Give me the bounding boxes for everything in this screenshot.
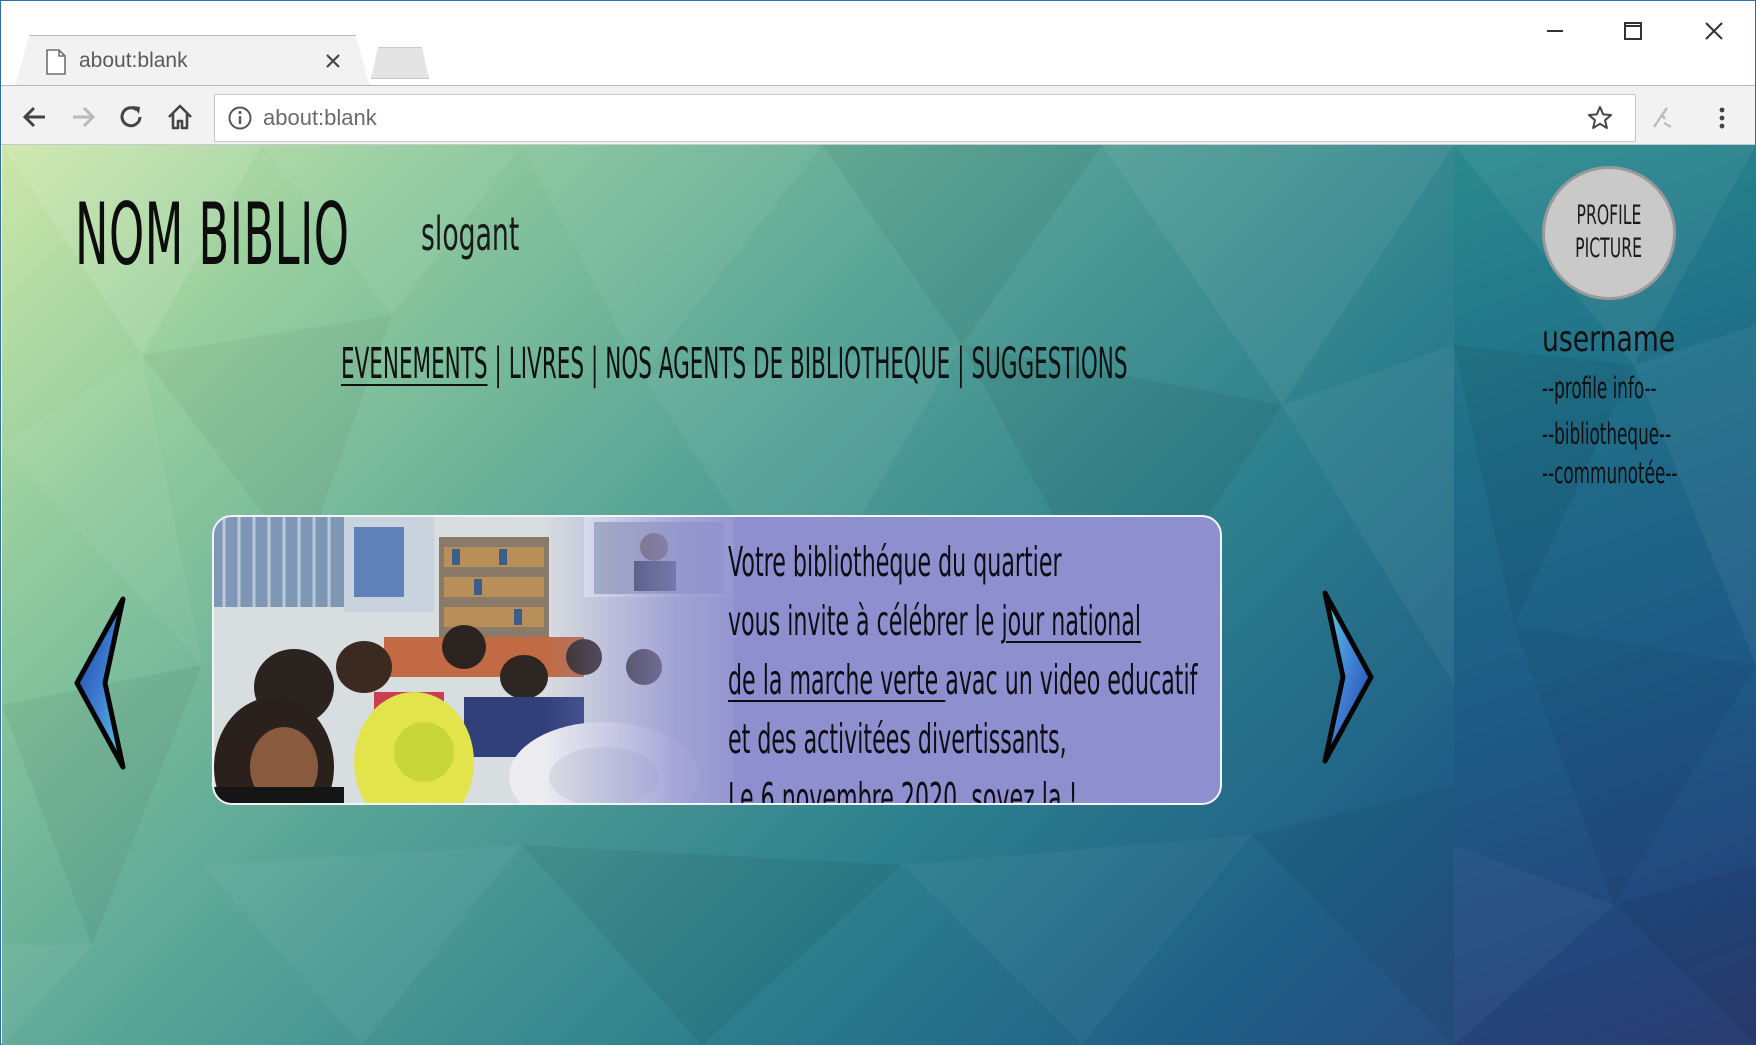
info-icon[interactable] (227, 105, 253, 131)
avatar-label-line-2: PICTURE (1575, 233, 1643, 264)
nav-separator: | (591, 339, 599, 389)
nav-agents[interactable]: NOS AGENTS DE BIBLIOTHEQUE (605, 339, 950, 389)
site-slogan: slogant (421, 207, 520, 261)
avatar-label-line-1: PROFILE (1576, 200, 1642, 231)
event-line-1: Votre bibliothéque du quartier (728, 538, 1062, 586)
browser-tab-body (17, 37, 368, 87)
main-navigation: EVENEMENTS | LIVRES | NOS AGENTS DE BIBL… (341, 339, 1128, 389)
document-icon (46, 49, 66, 75)
event-link-marche-verte[interactable]: de la marche verte (728, 656, 945, 704)
sidebar-link-profile-info[interactable]: --profile info-- (1542, 371, 1657, 405)
forward-arrow-icon[interactable] (67, 101, 99, 133)
extension-icon[interactable] (1647, 103, 1677, 133)
avatar-placeholder-label: PROFILE PICTURE (1542, 199, 1676, 265)
tab-title: about:blank (79, 49, 188, 72)
event-line-3: de la marche verte avac un video educati… (728, 651, 1214, 710)
nav-separator: | (957, 339, 965, 389)
close-window-icon[interactable] (1698, 15, 1730, 47)
bookmark-star-icon[interactable] (1585, 103, 1615, 133)
new-tab-button[interactable] (371, 47, 429, 79)
url-text: about:blank (263, 105, 377, 130)
nav-suggestions[interactable]: SUGGESTIONS (971, 339, 1127, 389)
site-title: NOM BIBLIO (75, 185, 350, 285)
carousel-prev-arrow-icon[interactable] (73, 595, 139, 771)
event-line-2: vous invite à célébrer le jour national (728, 592, 1214, 651)
sidebar-link-bibliotheque[interactable]: --bibliotheque-- (1542, 417, 1671, 451)
minimize-icon[interactable] (1539, 15, 1571, 47)
close-tab-icon[interactable] (323, 51, 343, 71)
event-card[interactable]: Votre bibliothéque du quartier vous invi… (212, 515, 1222, 805)
reload-icon[interactable] (115, 101, 147, 133)
maximize-icon[interactable] (1617, 15, 1649, 47)
sidebar-link-communotee[interactable]: --communotée-- (1542, 456, 1677, 490)
back-arrow-icon[interactable] (19, 101, 51, 133)
menu-kebab-icon[interactable] (1707, 103, 1737, 133)
event-link-jour-national[interactable]: jour national (1001, 597, 1141, 645)
address-bar[interactable] (214, 94, 1636, 142)
nav-evenements[interactable]: EVENEMENTS (341, 339, 488, 389)
username: username (1542, 319, 1676, 360)
event-line-2-text: vous invite à célébrer le (728, 597, 1002, 645)
browser-window: about:blank about:blank NOM BIBLIO sloga… (0, 0, 1756, 1045)
nav-livres[interactable]: LIVRES (509, 339, 584, 389)
event-line-4: et des activitées divertissants, (728, 715, 1067, 763)
event-line-3-text: avac un video educatif (945, 656, 1198, 704)
carousel-next-arrow-icon[interactable] (1309, 589, 1375, 765)
event-description: Votre bibliothéque du quartier vous invi… (728, 533, 1214, 805)
event-line-5: Le 6 novembre 2020, soyez la ! (728, 774, 1078, 805)
home-icon[interactable] (164, 101, 196, 133)
nav-separator: | (494, 339, 502, 389)
